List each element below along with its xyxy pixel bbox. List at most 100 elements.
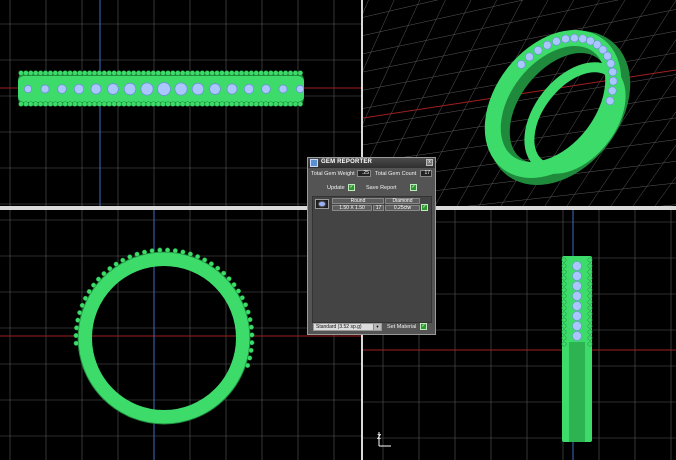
bead [184, 70, 191, 76]
bead [33, 70, 39, 76]
bead [561, 305, 567, 311]
bead [249, 340, 255, 346]
material-dropdown[interactable]: Standard (3.52 sp.g) ▼ [313, 323, 382, 331]
bead [37, 101, 44, 107]
bead [140, 70, 147, 76]
bead [189, 70, 196, 76]
update-button[interactable]: ✓ [348, 184, 355, 191]
save-report-button[interactable]: ✓ [410, 184, 417, 191]
bead [209, 101, 215, 107]
bead [150, 70, 156, 76]
bead [242, 302, 249, 308]
ring-body [78, 252, 250, 424]
bead [587, 323, 593, 329]
bead [18, 101, 24, 107]
bead [561, 323, 567, 329]
bead [135, 70, 142, 76]
bead [101, 101, 107, 107]
gem [572, 301, 582, 311]
total-weight-label: Total Gem Weight [311, 171, 355, 177]
gem [174, 82, 188, 96]
bead [33, 101, 39, 107]
bead [165, 70, 171, 76]
gem [191, 82, 205, 96]
gem-thumbnail-icon[interactable] [315, 199, 329, 209]
axis-z-label: Z [377, 434, 382, 441]
bead [180, 101, 186, 107]
bead [224, 101, 230, 107]
gem [516, 60, 526, 69]
bead [116, 70, 122, 76]
gem [243, 83, 255, 95]
bead [62, 70, 68, 76]
bead [587, 299, 593, 305]
close-icon[interactable]: x [426, 159, 433, 166]
gem [572, 281, 582, 291]
bead [101, 271, 107, 277]
bead [72, 70, 78, 76]
bead [126, 101, 132, 107]
bead [258, 70, 264, 76]
bead [91, 282, 97, 288]
bead [131, 101, 137, 107]
bead [52, 101, 58, 107]
gem [572, 271, 582, 281]
gem [295, 84, 305, 94]
dropdown-arrow-icon[interactable]: ▼ [373, 324, 381, 330]
bead [245, 362, 251, 368]
bead [77, 70, 83, 76]
bead [587, 275, 593, 281]
gem [572, 331, 582, 341]
bead [561, 257, 567, 263]
gem [572, 311, 582, 321]
gem [40, 84, 50, 94]
panel-titlebar[interactable]: GEM REPORTER x [308, 158, 435, 168]
ring-side-shade [569, 342, 585, 442]
grid-line [363, 0, 525, 36]
bead [215, 265, 221, 271]
bead [96, 101, 103, 107]
bead [239, 295, 245, 301]
bead [52, 70, 58, 76]
bead [278, 101, 284, 107]
gem [525, 52, 534, 62]
gem-weight-cell: 0.25ctw [385, 205, 420, 211]
bead [189, 101, 196, 107]
bead [23, 70, 29, 76]
gem-row-checkbox[interactable]: ✓ [421, 204, 428, 211]
bead [175, 101, 181, 107]
total-weight-value: .25 [357, 170, 371, 177]
gem [73, 83, 85, 95]
bead [233, 101, 240, 107]
bead [96, 70, 103, 76]
bead [273, 70, 279, 76]
bead [86, 70, 93, 76]
bead [247, 317, 253, 323]
column-header-material: Diamond [385, 198, 420, 204]
bead [292, 101, 299, 107]
update-label: Update [327, 185, 345, 191]
bead [106, 70, 112, 76]
bead [194, 101, 201, 107]
gem [157, 82, 171, 96]
bead [79, 302, 85, 308]
gem [278, 84, 288, 94]
gem [608, 76, 618, 86]
bead [561, 299, 567, 305]
bead [91, 70, 98, 76]
bead [141, 249, 148, 255]
bead [219, 101, 225, 107]
bead [73, 332, 79, 339]
bead [86, 101, 93, 107]
bead [202, 257, 208, 263]
bead [561, 341, 567, 347]
bead [184, 101, 191, 107]
bead [172, 248, 178, 254]
set-material-button[interactable]: ✓ [420, 323, 427, 330]
bead [204, 70, 210, 76]
bead [587, 335, 593, 341]
bead [170, 70, 176, 76]
bead [107, 266, 113, 272]
bead [561, 275, 567, 281]
bead [268, 70, 274, 76]
